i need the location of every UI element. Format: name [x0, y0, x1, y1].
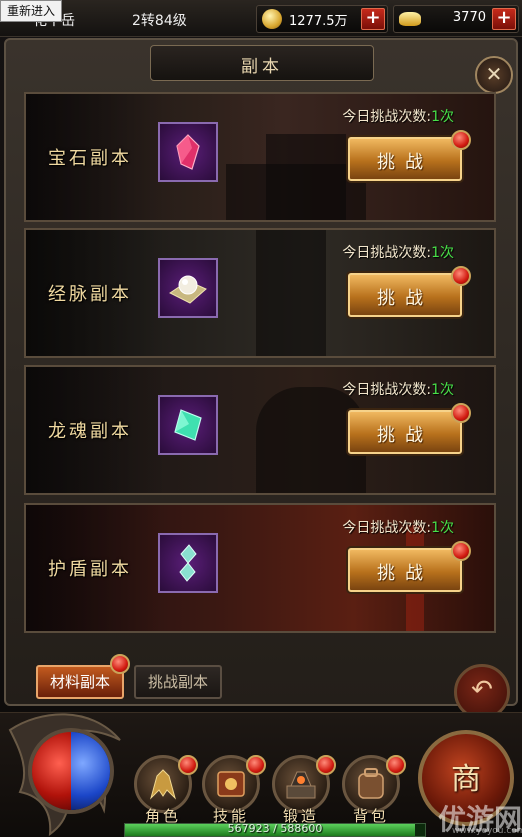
challenge-button[interactable]: 挑战: [348, 548, 462, 592]
game-screen: 花干岳 2转84级 1277.5万 + 3770 + 重新进入 副本 ✕ 宝石副…: [0, 0, 522, 837]
ingot-amount: 3770: [452, 10, 486, 25]
dungeon-row-shield: 护盾副本 今日挑战次数:1次 挑战: [24, 503, 496, 633]
reenter-button[interactable]: 重新进入: [0, 0, 62, 22]
background-ruins: [226, 164, 366, 220]
add-coin-button[interactable]: +: [361, 8, 385, 30]
notification-dot: [451, 403, 471, 423]
top-status-bar: 花干岳 2转84级 1277.5万 + 3770 +: [0, 0, 522, 37]
pearl-icon: [169, 275, 207, 304]
panel-title-bar: 副本: [150, 45, 374, 81]
ingot-currency: 3770 +: [393, 5, 519, 33]
red-gem-icon: [176, 134, 200, 170]
experience-bar: 567923 / 588600: [124, 822, 426, 837]
challenge-button[interactable]: 挑战: [348, 137, 462, 181]
background-tower: [256, 230, 326, 356]
dungeon-item-slot[interactable]: [158, 258, 218, 318]
notification-dot: [316, 755, 336, 775]
add-ingot-button[interactable]: +: [492, 8, 516, 30]
dungeon-name: 经脉副本: [48, 284, 132, 305]
dungeon-item-slot[interactable]: [158, 122, 218, 182]
coin-icon: [262, 9, 282, 29]
notification-dot: [246, 755, 266, 775]
health-mana-orb: [28, 728, 114, 814]
shield-crystal-icon: [179, 544, 197, 582]
watermark-url: www.yoyou.com: [452, 826, 522, 836]
notification-dot: [451, 541, 471, 561]
notification-dot: [451, 130, 471, 150]
challenge-count: 今日挑战次数:1次: [342, 245, 454, 261]
dungeon-item-slot[interactable]: [158, 533, 218, 593]
challenge-count-value: 1次: [431, 382, 454, 398]
dungeon-name: 龙魂副本: [48, 421, 132, 442]
dungeon-row-gem: 宝石副本 今日挑战次数:1次 挑战: [24, 92, 496, 222]
challenge-count-value: 1次: [431, 520, 454, 536]
health-orb: [32, 732, 71, 810]
challenge-button-label: 挑战: [377, 152, 433, 173]
challenge-count: 今日挑战次数:1次: [342, 109, 454, 125]
challenge-button-label: 挑战: [377, 288, 433, 309]
tab-challenge-dungeon[interactable]: 挑战副本: [134, 665, 222, 699]
dungeon-item-slot[interactable]: [158, 395, 218, 455]
challenge-button-label: 挑战: [377, 563, 433, 584]
green-crystal-icon: [174, 409, 202, 441]
challenge-count: 今日挑战次数:1次: [342, 520, 454, 536]
notification-dot: [451, 266, 471, 286]
experience-text: 567923 / 588600: [227, 822, 323, 835]
mana-orb: [71, 732, 110, 810]
dungeon-name: 宝石副本: [48, 148, 132, 169]
coin-currency: 1277.5万 +: [256, 5, 388, 33]
dungeon-name: 护盾副本: [48, 559, 132, 580]
notification-dot: [386, 755, 406, 775]
panel-title: 副本: [241, 57, 283, 77]
challenge-count-value: 1次: [431, 109, 454, 125]
close-button[interactable]: ✕: [475, 56, 513, 94]
shop-label: 商: [451, 762, 481, 797]
challenge-button-label: 挑战: [377, 425, 433, 446]
challenge-count-value: 1次: [431, 245, 454, 261]
coin-amount: 1277.5万: [289, 14, 348, 29]
notification-dot: [110, 654, 130, 674]
challenge-count: 今日挑战次数:1次: [342, 382, 454, 398]
back-arrow-icon: ↶: [471, 675, 493, 705]
challenge-button[interactable]: 挑战: [348, 410, 462, 454]
player-level: 2转84级: [132, 13, 187, 29]
dungeon-row-meridian: 经脉副本 今日挑战次数:1次 挑战: [24, 228, 496, 358]
challenge-button[interactable]: 挑战: [348, 273, 462, 317]
dungeon-row-dragon-soul: 龙魂副本 今日挑战次数:1次 挑战: [24, 365, 496, 495]
ingot-icon: [399, 12, 421, 26]
notification-dot: [178, 755, 198, 775]
tab-materials-dungeon[interactable]: 材料副本: [36, 665, 124, 699]
